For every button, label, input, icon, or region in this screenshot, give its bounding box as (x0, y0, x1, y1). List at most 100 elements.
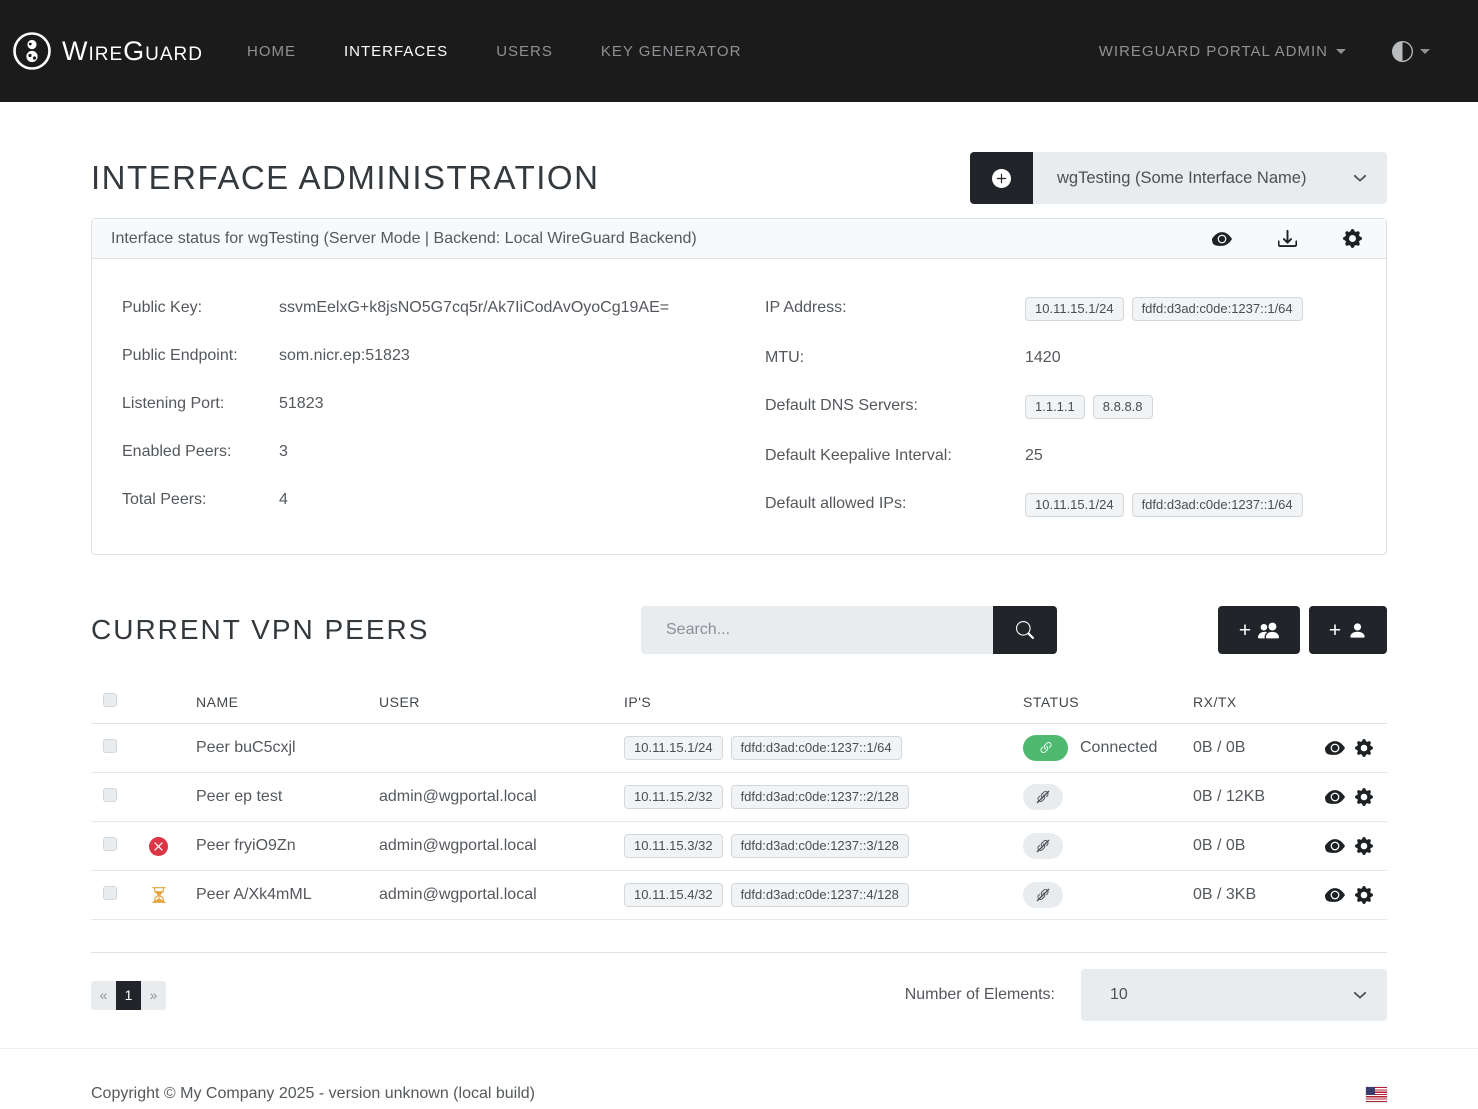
pagination: « 1 » (91, 981, 166, 1010)
link-slash-icon (1035, 887, 1051, 903)
interface-select[interactable]: wgTesting (Some Interface Name) (1033, 152, 1387, 204)
eye-icon (1325, 885, 1345, 905)
peer-settings-button[interactable] (1355, 788, 1373, 806)
theme-half-circle-icon (1392, 41, 1413, 62)
peer-rxtx: 0B / 12KB (1183, 788, 1318, 806)
brand[interactable]: WireGuard (12, 31, 203, 71)
dns-badge: 1.1.1.1 (1025, 395, 1085, 419)
select-all-checkbox[interactable] (103, 693, 117, 707)
ip-badge: fdfd:d3ad:c0de:1237::1/64 (1132, 297, 1303, 321)
ip-badge: 10.11.15.1/24 (1025, 297, 1124, 321)
page-title: INTERFACE ADMINISTRATION (91, 152, 599, 204)
status-text: Connected (1080, 739, 1157, 757)
navbar: WireGuard HOME INTERFACES USERS KEY GENE… (0, 0, 1478, 102)
pagination-page-1[interactable]: 1 (116, 981, 141, 1010)
view-config-eye-button[interactable] (1212, 229, 1232, 249)
search-input[interactable] (641, 606, 993, 654)
column-header-rxtx: RX/TX (1183, 694, 1318, 710)
copyright-text: Copyright © My Company 2025 - version un… (91, 1085, 535, 1103)
peer-view-button[interactable] (1325, 787, 1345, 807)
pagination-next[interactable]: » (141, 981, 166, 1010)
peer-name: Peer ep test (186, 788, 369, 806)
gear-icon (1355, 739, 1373, 757)
peer-view-button[interactable] (1325, 885, 1345, 905)
interface-picker: wgTesting (Some Interface Name) (970, 152, 1387, 204)
gear-icon (1355, 837, 1373, 855)
peer-name: Peer buC5cxjl (186, 739, 369, 757)
peers-table: NAME USER IP'S STATUS RX/TX Peer buC5cxj… (91, 680, 1387, 953)
peer-user: admin@wgportal.local (369, 886, 614, 904)
field-label: Default allowed IPs: (765, 493, 1025, 515)
row-checkbox[interactable] (103, 739, 117, 753)
elements-per-page-select[interactable]: 10 (1081, 969, 1387, 1021)
eye-icon (1325, 738, 1345, 758)
peer-settings-button[interactable] (1355, 739, 1373, 757)
peer-name: Peer A/Xk4mML (186, 886, 369, 904)
table-row: Peer fryiO9Zn admin@wgportal.local 10.11… (91, 822, 1387, 871)
peer-view-button[interactable] (1325, 836, 1345, 856)
peer-rxtx: 0B / 0B (1183, 837, 1318, 855)
download-config-button[interactable] (1278, 229, 1297, 248)
link-slash-icon (1035, 789, 1051, 805)
download-icon (1278, 229, 1297, 248)
add-peer-button[interactable]: + (1309, 606, 1387, 654)
user-menu-dropdown[interactable]: WIREGUARD PORTAL ADMIN (1099, 43, 1346, 60)
row-checkbox[interactable] (103, 788, 117, 802)
column-header-name: NAME (186, 694, 369, 710)
peer-ip-badge: 10.11.15.1/24 (624, 736, 723, 760)
link-icon (1038, 740, 1054, 756)
nav-item-key-generator[interactable]: KEY GENERATOR (601, 43, 742, 60)
wireguard-logo-icon (12, 31, 52, 71)
peer-view-button[interactable] (1325, 738, 1345, 758)
enabled-peers-value: 3 (279, 441, 288, 463)
interface-settings-button[interactable] (1343, 229, 1362, 248)
nav-item-users[interactable]: USERS (496, 43, 553, 60)
eye-icon (1325, 836, 1345, 856)
peer-settings-button[interactable] (1355, 837, 1373, 855)
status-card-title: Interface status for wgTesting (Server M… (111, 230, 1212, 248)
search-button[interactable] (993, 606, 1057, 654)
caret-down-icon (1420, 49, 1430, 54)
row-checkbox[interactable] (103, 837, 117, 851)
public-key-value: ssvmEelxG+k8jsNO5G7cq5r/Ak7IiCodAvOyoCg1… (279, 297, 669, 319)
nav-item-home[interactable]: HOME (247, 43, 296, 60)
plus-label: + (1239, 620, 1251, 641)
peer-ip-badge: fdfd:d3ad:c0de:1237::1/64 (731, 736, 902, 760)
nav-links: HOME INTERFACES USERS KEY GENERATOR (247, 43, 741, 60)
eye-icon (1212, 229, 1232, 249)
status-badge-disconnected (1023, 784, 1063, 810)
add-interface-button[interactable] (970, 152, 1033, 204)
public-endpoint-value: som.nicr.ep:51823 (279, 345, 410, 367)
plus-label: + (1329, 620, 1341, 641)
peer-ip-badge: 10.11.15.2/32 (624, 785, 723, 809)
plus-circle-icon (992, 169, 1011, 188)
peer-ip-badge: fdfd:d3ad:c0de:1237::3/128 (731, 834, 909, 858)
error-circle-icon (149, 837, 168, 856)
allowed-ip-badge: fdfd:d3ad:c0de:1237::1/64 (1132, 493, 1303, 517)
status-badge-disconnected (1023, 833, 1063, 859)
peer-user: admin@wgportal.local (369, 837, 614, 855)
gear-icon (1343, 229, 1362, 248)
elements-per-page-value: 10 (1110, 986, 1353, 1004)
mtu-value: 1420 (1025, 347, 1061, 369)
link-slash-icon (1035, 838, 1051, 854)
nav-item-interfaces[interactable]: INTERFACES (344, 43, 448, 60)
row-checkbox[interactable] (103, 886, 117, 900)
theme-toggle-dropdown[interactable] (1392, 41, 1430, 62)
elements-per-page-label: Number of Elements: (905, 986, 1055, 1004)
pagination-prev[interactable]: « (91, 981, 116, 1010)
chevron-down-icon (1353, 988, 1367, 1002)
eye-icon (1325, 787, 1345, 807)
us-flag-icon[interactable] (1366, 1087, 1387, 1102)
peer-rxtx: 0B / 3KB (1183, 886, 1318, 904)
gear-icon (1355, 886, 1373, 904)
add-multiple-peers-button[interactable]: + (1218, 606, 1300, 654)
column-header-ips: IP'S (614, 694, 1013, 710)
listening-port-value: 51823 (279, 393, 324, 415)
user-menu-label: WIREGUARD PORTAL ADMIN (1099, 43, 1328, 60)
chevron-down-icon (1353, 171, 1367, 185)
person-icon (1348, 621, 1367, 640)
column-header-status: STATUS (1013, 694, 1183, 710)
peer-ip-badge: fdfd:d3ad:c0de:1237::4/128 (731, 883, 909, 907)
peer-settings-button[interactable] (1355, 886, 1373, 904)
